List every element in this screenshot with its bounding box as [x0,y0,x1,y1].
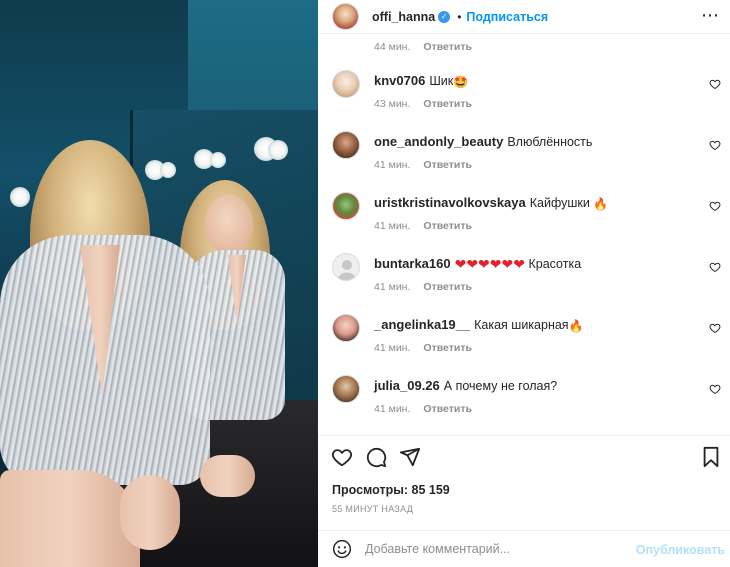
views-count[interactable]: Просмотры: 85 159 [332,483,450,497]
smiley-icon[interactable] [332,539,352,559]
speech-bubble-icon[interactable] [365,446,387,468]
comment-item: uristkristinavolkovskaya Кайфушки 🔥 41 ми… [318,186,730,246]
model-hand-on-table [200,455,255,497]
comment-text: uristkristinavolkovskaya Кайфушки 🔥 [374,195,608,211]
comment-meta: 41 мин. Ответить [374,281,472,293]
like-comment-heart-icon[interactable] [709,383,721,395]
reply-button[interactable]: Ответить [423,342,472,354]
comment-text: julia_09.26 А почему не голая? [374,378,557,394]
reply-button[interactable]: Ответить [423,220,472,232]
comment-time: 41 мин. [374,342,411,354]
comment-time: 41 мин. [374,220,411,232]
commenter-avatar[interactable] [332,375,360,403]
commenter-username[interactable]: _angelinka19__ [374,317,470,332]
red-hearts-emoji-icon: ❤❤❤❤❤❤ [454,256,525,272]
reply-button[interactable]: Ответить [423,41,472,53]
comment-body: А почему не голая? [443,379,558,393]
fire-emoji-icon: 🔥 [593,197,609,211]
comment-time: 44 мин. [374,41,411,53]
star-struck-emoji-icon: 🤩 [453,75,469,89]
reply-button[interactable]: Ответить [423,159,472,171]
comment-body: Какая шикарная [474,318,569,332]
follow-button[interactable]: Подписаться [466,10,548,24]
commenter-username[interactable]: one_andonly_beauty [374,134,503,149]
post-panel: offi_hanna ✓ • Подписаться ⋯ 44 мин. Отв… [318,0,730,567]
views-number: 85 159 [411,483,450,497]
publish-button[interactable]: Опубликовать [636,543,725,557]
light-bulb [210,152,226,168]
comment-time: 41 мин. [374,281,411,293]
comment-body: Влюблённость [507,135,593,149]
light-bulb [268,140,288,160]
heart-outline-icon[interactable] [331,446,353,468]
commenter-username[interactable]: knv0706 [374,73,425,88]
model-legs [0,470,140,567]
comment-time: 43 мин. [374,98,411,110]
comment-text: one_andonly_beauty Влюблённость [374,134,592,150]
like-comment-heart-icon[interactable] [709,78,721,90]
comments-list[interactable]: 44 мин. Ответить knv0706 Шик🤩 43 мин. Отв… [318,33,730,435]
post-timestamp[interactable]: 55 МИНУТ НАЗАД [332,504,413,514]
paper-plane-icon[interactable] [399,446,421,468]
comment-composer: Опубликовать [318,530,730,567]
reflection-face [205,195,253,255]
comment-meta: 41 мин. Ответить [374,342,472,354]
commenter-avatar[interactable] [332,314,360,342]
like-comment-heart-icon[interactable] [709,139,721,151]
comment-time: 41 мин. [374,403,411,415]
reply-button[interactable]: Ответить [423,281,472,293]
separator: • [457,9,462,24]
comment-item: _angelinka19__ Какая шикарная🔥 41 мин. От… [318,308,730,368]
light-bulb [160,162,176,178]
verified-badge-icon: ✓ [438,10,451,23]
reply-button[interactable]: Ответить [423,403,472,415]
comment-input[interactable] [365,542,635,556]
commenter-avatar-placeholder[interactable] [332,253,360,281]
bookmark-icon[interactable] [701,446,721,468]
comment-meta: 41 мин. Ответить [374,159,472,171]
author-avatar[interactable] [332,3,359,30]
views-label: Просмотры: [332,483,409,497]
reply-button[interactable]: Ответить [423,98,472,110]
comment-body: Красотка [528,257,582,271]
model-hand [120,475,180,550]
like-comment-heart-icon[interactable] [709,322,721,334]
commenter-avatar[interactable] [332,70,360,98]
commenter-avatar[interactable] [332,192,360,220]
default-user-icon [337,260,357,280]
commenter-username[interactable]: uristkristinavolkovskaya [374,195,526,210]
comment-time: 41 мин. [374,159,411,171]
comment-text: _angelinka19__ Какая шикарная🔥 [374,317,584,333]
action-icons [331,446,421,468]
comment-meta: 44 мин. Ответить [374,41,472,53]
comment-meta: 41 мин. Ответить [374,403,472,415]
commenter-avatar[interactable] [332,131,360,159]
author-username[interactable]: offi_hanna [372,10,435,24]
comment-text: knv0706 Шик🤩 [374,73,468,89]
comment-item: julia_09.26 А почему не голая? 41 мин. От… [318,369,730,429]
fire-emoji-icon: 🔥 [568,319,584,333]
post-media[interactable] [0,0,318,567]
comment-item: knv0706 Шик🤩 43 мин. Ответить [318,64,730,124]
save-button[interactable] [701,446,721,468]
comment-meta: 43 мин. Ответить [374,98,472,110]
commenter-username[interactable]: julia_09.26 [374,378,440,393]
comment-item: buntarka160 ❤❤❤❤❤❤ Красотка 41 мин. Ответ… [318,247,730,307]
light-bulb [10,187,30,207]
post-header: offi_hanna ✓ • Подписаться ⋯ [318,0,730,33]
like-comment-heart-icon[interactable] [709,200,721,212]
commenter-username[interactable]: buntarka160 [374,256,451,271]
comment-meta: 41 мин. Ответить [374,220,472,232]
comment-body: Шик [429,74,454,88]
more-options-icon[interactable]: ⋯ [701,6,720,24]
comment-body: Кайфушки [529,196,590,210]
comment-text: buntarka160 ❤❤❤❤❤❤ Красотка [374,256,581,272]
post-actions: Просмотры: 85 159 55 МИНУТ НАЗАД [318,435,730,530]
comment-item: one_andonly_beauty Влюблённость 41 мин. О… [318,125,730,185]
like-comment-heart-icon[interactable] [709,261,721,273]
